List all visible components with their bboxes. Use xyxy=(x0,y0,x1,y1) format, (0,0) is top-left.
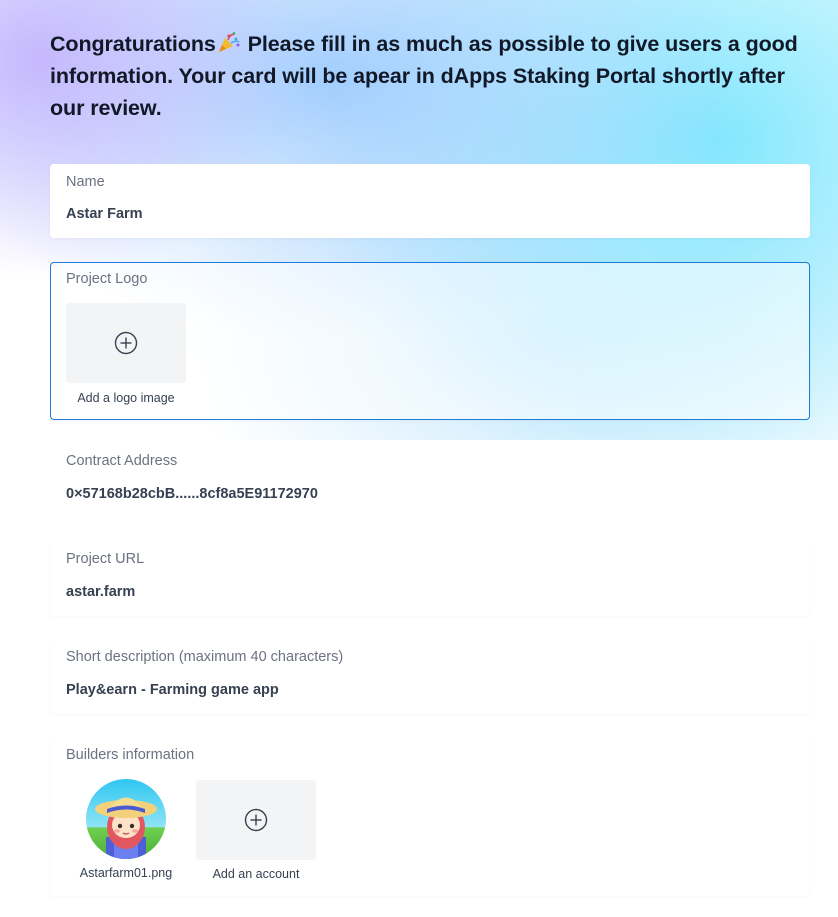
name-value[interactable]: Astar Farm xyxy=(66,206,143,222)
intro-heading: Congraturations Please fill in as much a… xyxy=(50,28,810,124)
builder-file-name: Astarfarm01.png xyxy=(79,866,173,880)
project-url-value[interactable]: astar.farm xyxy=(66,584,135,600)
plus-circle-icon xyxy=(114,331,138,355)
add-logo-caption: Add a logo image xyxy=(77,391,175,405)
short-description-value[interactable]: Play&earn - Farming game app xyxy=(66,682,279,698)
add-account-caption: Add an account xyxy=(212,867,300,881)
contract-address-value: 0×57168b28cbB......8cf8a5E91172970 xyxy=(66,486,318,502)
farmer-girl-avatar[interactable] xyxy=(86,779,166,859)
project-url-field[interactable]: Project URL astar.farm xyxy=(50,542,810,616)
project-logo-label: Project Logo xyxy=(66,271,148,287)
party-popper-icon xyxy=(218,31,240,52)
short-description-field[interactable]: Short description (maximum 40 characters… xyxy=(50,640,810,714)
intro-text-start: Congraturations xyxy=(50,32,216,56)
contract-address-field: Contract Address 0×57168b28cbB......8cf8… xyxy=(50,444,810,518)
add-account-button[interactable] xyxy=(196,780,316,860)
contract-address-label: Contract Address xyxy=(66,453,178,469)
plus-circle-icon xyxy=(244,808,268,832)
builders-information-field: Builders information Astarfarm01.png Add… xyxy=(50,738,810,896)
avatar-image xyxy=(86,779,166,859)
builders-information-label: Builders information xyxy=(66,747,195,763)
project-url-label: Project URL xyxy=(66,551,145,567)
name-field[interactable]: Name Astar Farm xyxy=(50,164,810,238)
add-logo-button[interactable] xyxy=(66,303,186,383)
project-logo-field[interactable]: Project Logo Add a logo image xyxy=(50,262,810,420)
short-description-label: Short description (maximum 40 characters… xyxy=(66,649,344,665)
name-label: Name xyxy=(66,174,105,190)
